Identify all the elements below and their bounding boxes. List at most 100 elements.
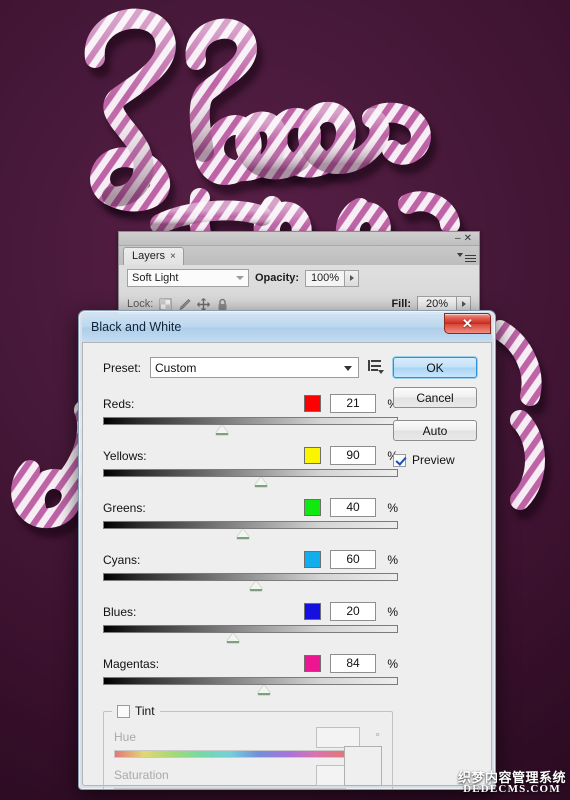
saturation-slider[interactable] [114,788,346,789]
minimize-icon[interactable]: – [455,233,464,244]
channel-slider-track[interactable] [103,521,398,529]
blend-mode-row: Soft Light Opacity: 100% [119,265,479,291]
preview-row[interactable]: Preview [393,453,477,467]
channel-slider[interactable] [103,521,398,539]
channel-value-input[interactable]: 60 [330,550,376,569]
preset-label: Preset: [103,360,142,375]
channel-slider[interactable] [103,469,398,487]
channel-color-swatch [304,447,321,464]
channel-label: Greens: [103,500,146,515]
layers-panel[interactable]: –✕ Layers × Soft Light Opacity: 100% Loc… [118,231,480,319]
channel-slider-list: Reds:21%Yellows:90%Greens:40%Cyans:60%Bl… [103,394,398,695]
blend-mode-value: Soft Light [132,272,179,284]
dialog-title: Black and White [91,320,182,334]
channel-value-input[interactable]: 20 [330,602,376,621]
channel-row: Greens: 40% [103,498,398,539]
channel-slider-thumb[interactable] [216,425,229,435]
channel-row: Cyans: 60% [103,550,398,591]
channel-slider-track[interactable] [103,469,398,477]
tint-legend[interactable]: Tint [112,704,160,718]
channel-slider-thumb[interactable] [237,529,250,539]
channel-slider-track[interactable] [103,677,398,685]
tint-color-swatch[interactable] [344,746,382,786]
dialog-button-column: OK Cancel Auto Preview [393,357,477,467]
channel-slider-thumb[interactable] [257,685,270,695]
hue-slider[interactable] [114,750,346,758]
layers-panel-titlebar[interactable]: –✕ [119,232,479,246]
tint-checkbox[interactable] [117,704,130,718]
channel-label: Blues: [103,604,137,619]
channel-slider[interactable] [103,625,398,643]
lock-all-icon[interactable] [216,298,229,311]
brush-lock-icon[interactable] [178,298,191,311]
channel-color-swatch [304,655,321,672]
cancel-button[interactable]: Cancel [393,387,477,408]
tab-layers-label: Layers [132,250,166,262]
channel-slider-thumb[interactable] [226,633,239,643]
saturation-row: Saturation % [114,764,380,789]
panel-menu-icon[interactable] [456,248,476,262]
channel-slider-track[interactable] [103,417,398,425]
opacity-control[interactable]: 100% [305,269,360,287]
chevron-down-icon [236,276,244,280]
fill-label: Fill: [391,298,411,310]
preview-label: Preview [412,453,455,467]
preset-options-icon[interactable] [368,360,385,375]
ok-button[interactable]: OK [393,357,477,378]
close-button[interactable]: ✕ [444,313,491,334]
dialog-body: Preset: Custom Reds:21%Yellows:90%Greens… [82,342,492,789]
auto-button[interactable]: Auto [393,420,477,441]
opacity-slider-arrow-icon[interactable] [345,269,360,287]
opacity-input[interactable]: 100% [305,269,346,287]
transparency-lock-icon[interactable] [159,298,172,311]
preset-select[interactable]: Custom [150,357,360,378]
channel-row: Yellows:90% [103,446,398,487]
hue-unit: ° [375,730,380,744]
channel-slider-track[interactable] [103,625,398,633]
blend-mode-select[interactable]: Soft Light [127,269,249,287]
saturation-label: Saturation [114,768,169,782]
preset-value: Custom [155,360,197,375]
layers-panel-tabstrip: Layers × [119,246,479,265]
channel-unit: % [387,656,398,671]
channel-value-input[interactable]: 84 [330,654,376,673]
lock-label: Lock: [127,298,154,310]
channel-value-input[interactable]: 40 [330,498,376,517]
channel-slider[interactable] [103,677,398,695]
channel-slider-thumb[interactable] [250,581,263,591]
channel-row: Blues: 20% [103,602,398,643]
channel-label: Yellows: [103,448,147,463]
channel-color-swatch [304,499,321,516]
channel-slider-track[interactable] [103,573,398,581]
hue-row: Hue ° [114,726,380,758]
channel-slider[interactable] [103,573,398,591]
screenshot-root: –✕ Layers × Soft Light Opacity: 100% Loc… [0,0,570,800]
black-and-white-dialog[interactable]: Black and White ✕ Preset: Custom Reds: 21… [78,310,496,790]
channel-color-swatch [304,603,321,620]
tab-close-icon[interactable]: × [170,248,176,265]
channel-slider[interactable] [103,417,398,435]
channel-unit: % [387,500,398,515]
layers-panel-window-buttons[interactable]: –✕ [455,232,475,245]
hue-input[interactable] [316,726,360,748]
close-icon[interactable]: ✕ [464,233,475,244]
channel-slider-thumb[interactable] [254,477,267,487]
move-lock-icon[interactable] [197,297,211,311]
preview-checkbox[interactable] [393,453,406,467]
channel-color-swatch [304,395,321,412]
dialog-titlebar[interactable]: Black and White ✕ [82,313,492,342]
tint-group: Tint Hue ° Saturation % [103,704,393,789]
hue-label: Hue [114,730,137,744]
channel-value-input[interactable]: 21 [330,394,376,413]
channel-unit: % [387,552,398,567]
channel-row: Reds:21% [103,394,398,435]
channel-label: Magentas: [103,656,160,671]
channel-label: Cyans: [103,552,141,567]
channel-value-input[interactable]: 90 [330,446,376,465]
channel-unit: % [387,604,398,619]
opacity-label: Opacity: [255,272,300,284]
channel-row: Magentas: 84% [103,654,398,695]
channel-label: Reds: [103,396,135,411]
tint-label: Tint [135,704,155,718]
tab-layers[interactable]: Layers × [123,247,184,265]
